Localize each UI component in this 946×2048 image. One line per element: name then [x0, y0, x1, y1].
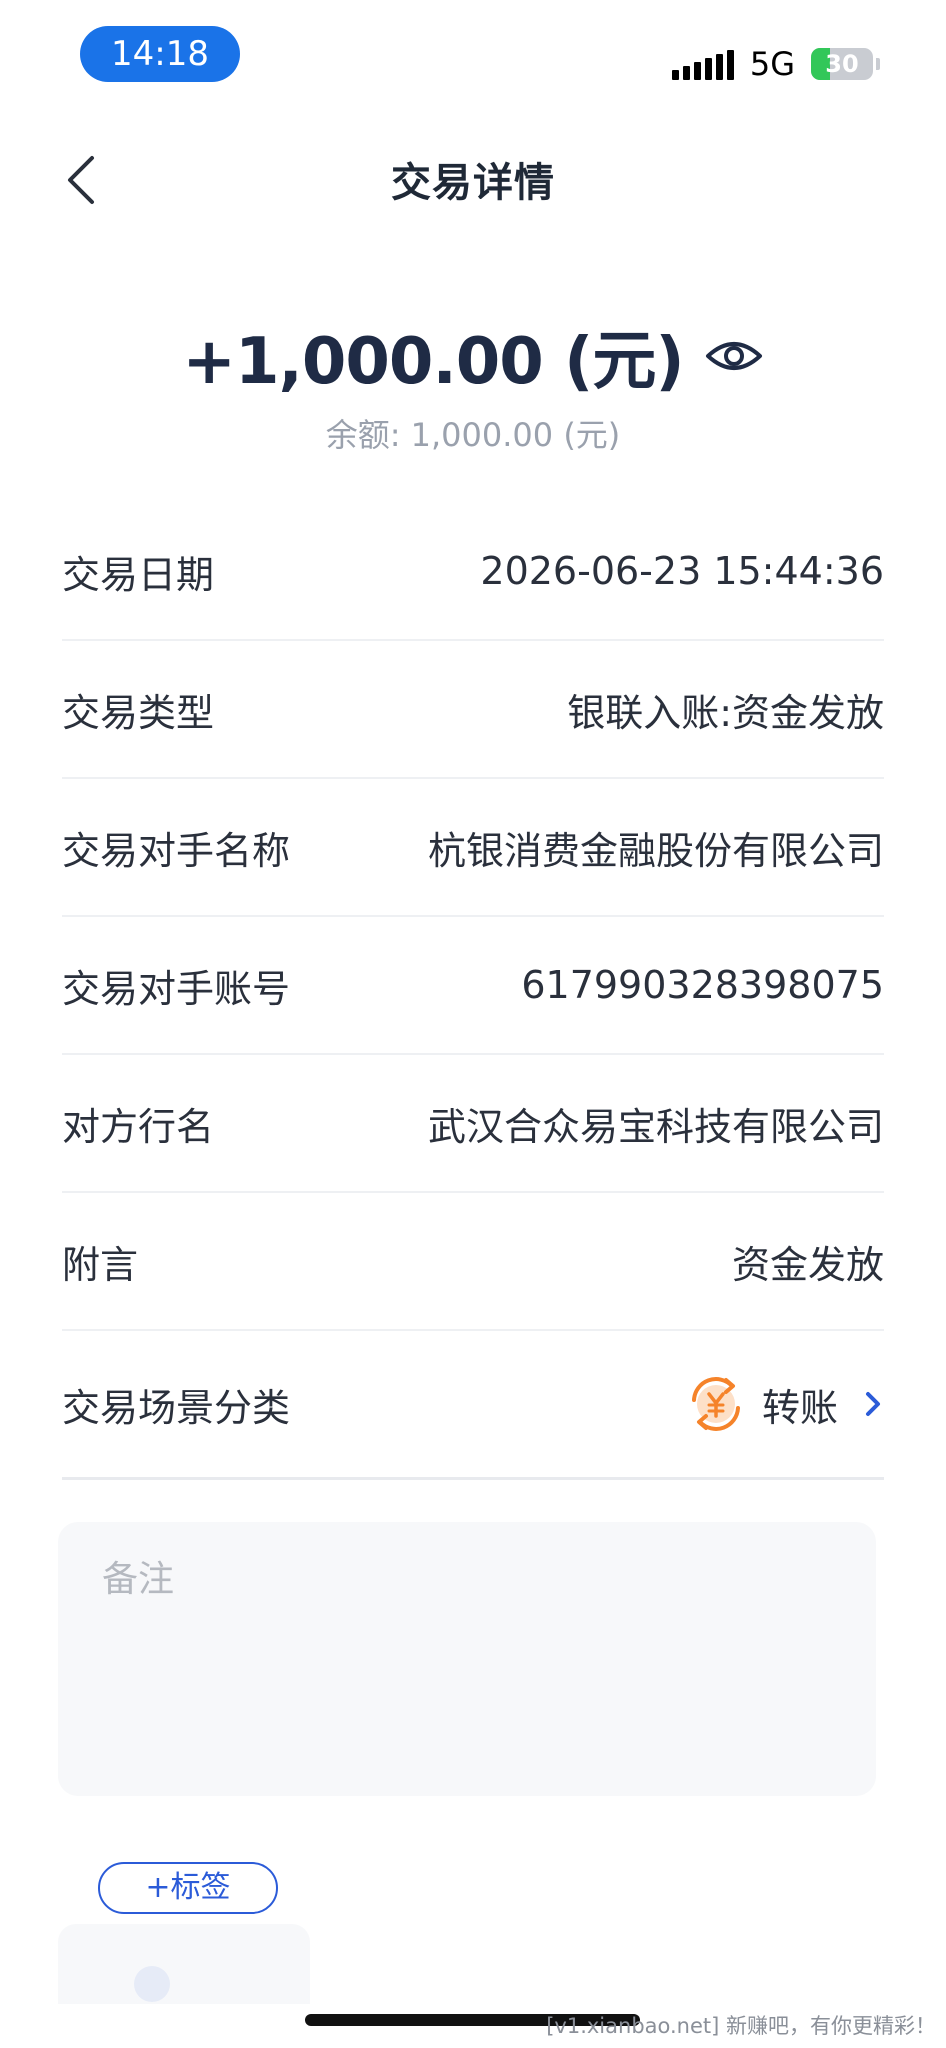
detail-row-scene: 交易场景分类 转账	[62, 1331, 884, 1480]
battery-cap	[876, 58, 880, 70]
detail-row-bank-name: 对方行名 武汉合众易宝科技有限公司	[62, 1055, 884, 1193]
detail-value: 武汉合众易宝科技有限公司	[427, 1104, 884, 1149]
detail-value: 银联入账:资金发放	[567, 690, 884, 735]
scene-label: 交易场景分类	[62, 1385, 291, 1430]
remark-input[interactable]: 备注	[58, 1522, 876, 1796]
detail-row-type: 交易类型 银联入账:资金发放	[62, 641, 884, 779]
battery-icon: 30	[811, 48, 873, 80]
page-title: 交易详情	[391, 160, 555, 206]
detail-label: 交易类型	[62, 690, 215, 735]
tag-card-avatar	[134, 1966, 170, 2002]
status-time: 14:18	[80, 26, 240, 82]
detail-row-date: 交易日期 2026-06-23 15:44:36	[62, 503, 884, 641]
eye-icon	[705, 342, 762, 370]
transaction-amount: +1,000.00 (元)	[182, 325, 684, 399]
detail-value: 资金发放	[731, 1242, 884, 1287]
detail-value: 2026-06-23 15:44:36	[480, 549, 884, 593]
remark-placeholder: 备注	[102, 1559, 175, 1600]
signal-icon	[671, 48, 734, 80]
detail-label: 交易日期	[62, 552, 215, 597]
detail-list: 交易日期 2026-06-23 15:44:36 交易类型 银联入账:资金发放 …	[62, 503, 884, 1480]
watermark-text: [v1.xianbao.net] 新赚吧，有你更精彩！	[546, 2014, 936, 2038]
detail-row-counterparty-account: 交易对手账号 617990328398075	[62, 917, 884, 1055]
chevron-right-icon	[866, 1392, 880, 1416]
detail-label: 交易对手账号	[62, 966, 291, 1011]
add-tag-button[interactable]: +标签	[98, 1862, 278, 1914]
toggle-visibility-button[interactable]	[704, 336, 764, 376]
detail-row-counterparty-name: 交易对手名称 杭银消费金融股份有限公司	[62, 779, 884, 917]
yuan-transfer-icon	[691, 1377, 740, 1431]
amount-section: +1,000.00 (元)	[0, 316, 946, 399]
battery-level: 30	[825, 50, 859, 78]
detail-value: 617990328398075	[521, 963, 884, 1007]
balance-text: 余额: 1,000.00 (元)	[325, 416, 621, 454]
tag-card	[58, 1924, 310, 2004]
status-indicators: 5G 30	[671, 44, 880, 84]
detail-row-memo: 附言 资金发放	[62, 1193, 884, 1331]
scene-category-button[interactable]: 转账	[686, 1374, 884, 1434]
scene-value: 转账	[761, 1385, 838, 1430]
detail-label: 交易对手名称	[62, 828, 291, 873]
network-type: 5G	[749, 45, 795, 83]
detail-label: 对方行名	[62, 1104, 215, 1149]
detail-value: 杭银消费金融股份有限公司	[427, 828, 884, 873]
detail-label: 附言	[62, 1242, 139, 1287]
